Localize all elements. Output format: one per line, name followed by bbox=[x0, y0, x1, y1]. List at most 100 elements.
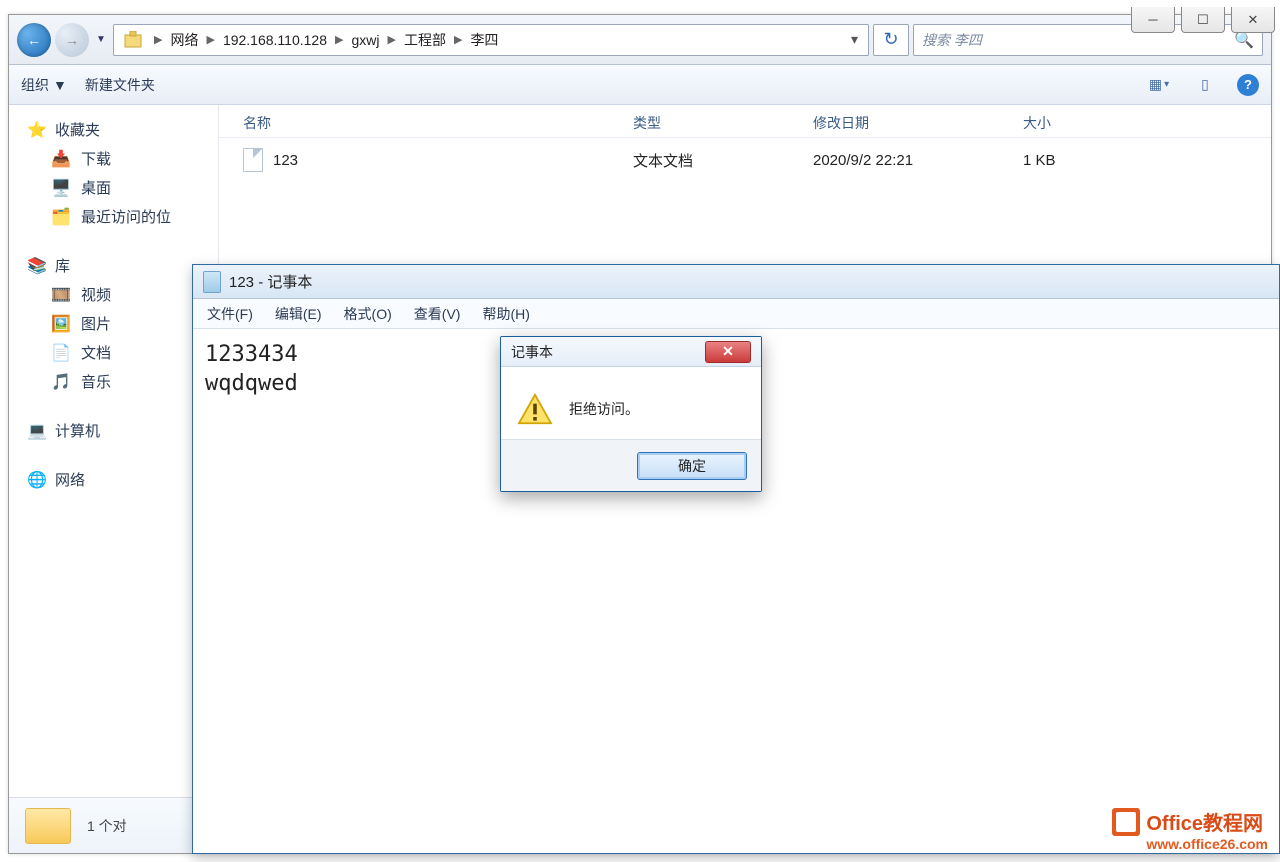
close-button[interactable]: ✕ bbox=[1231, 7, 1275, 33]
sidebar-label: 文档 bbox=[81, 342, 111, 363]
watermark-url: www.office26.com bbox=[1146, 836, 1268, 852]
star-icon: ⭐ bbox=[27, 120, 47, 140]
watermark: Office教程网 www.office26.com bbox=[1112, 807, 1268, 852]
sidebar: ⭐收藏夹 📥下载 🖥️桌面 🗂️最近访问的位 📚库 🎞️视频 🖼️图片 📄文档 … bbox=[9, 105, 219, 813]
organize-label: 组织 bbox=[21, 75, 49, 95]
chevron-right-icon: ▶ bbox=[335, 33, 343, 46]
dialog-footer: 确定 bbox=[501, 439, 761, 491]
sidebar-label: 视频 bbox=[81, 284, 111, 305]
dialog-titlebar[interactable]: 记事本 ✕ bbox=[501, 337, 761, 367]
help-button[interactable]: ? bbox=[1237, 74, 1259, 96]
sidebar-downloads[interactable]: 📥 下载 bbox=[27, 144, 218, 173]
notepad-title: 123 - 记事本 bbox=[229, 271, 312, 292]
chevron-down-icon: ▼ bbox=[53, 77, 67, 93]
sidebar-label: 音乐 bbox=[81, 371, 111, 392]
sidebar-label: 最近访问的位 bbox=[81, 206, 171, 227]
sidebar-desktop[interactable]: 🖥️ 桌面 bbox=[27, 173, 218, 202]
sidebar-recent[interactable]: 🗂️ 最近访问的位 bbox=[27, 202, 218, 231]
sidebar-label: 下载 bbox=[81, 148, 111, 169]
warning-icon bbox=[517, 393, 553, 425]
sidebar-docs[interactable]: 📄 文档 bbox=[27, 338, 218, 367]
file-type: 文本文档 bbox=[633, 150, 813, 171]
crumb-dept[interactable]: 工程部 bbox=[402, 28, 448, 52]
view-options-button[interactable]: ▦▾ bbox=[1145, 74, 1173, 96]
nav-bar: ← → ▼ ▶ 网络 ▶ 192.168.110.128 ▶ gxwj ▶ 工程… bbox=[9, 15, 1271, 65]
location-icon bbox=[122, 29, 144, 51]
menu-help[interactable]: 帮助(H) bbox=[482, 304, 529, 324]
organize-button[interactable]: 组织 ▼ bbox=[21, 75, 67, 95]
document-icon: 📄 bbox=[51, 343, 71, 363]
file-date: 2020/9/2 22:21 bbox=[813, 152, 1023, 169]
dialog-message: 拒绝访问。 bbox=[569, 399, 639, 419]
crumb-user[interactable]: 李四 bbox=[468, 28, 500, 52]
sidebar-libraries[interactable]: 📚库 bbox=[27, 251, 218, 280]
sidebar-label: 收藏夹 bbox=[55, 119, 100, 140]
toolbar: 组织 ▼ 新建文件夹 ▦▾ ▯ ? bbox=[9, 65, 1271, 105]
ok-button[interactable]: 确定 bbox=[637, 452, 747, 480]
forward-button[interactable]: → bbox=[55, 23, 89, 57]
dialog-close-button[interactable]: ✕ bbox=[705, 341, 751, 363]
window-controls: ─ ☐ ✕ bbox=[1131, 7, 1275, 33]
download-icon: 📥 bbox=[51, 149, 71, 169]
file-size: 1 KB bbox=[1023, 152, 1231, 169]
sidebar-music[interactable]: 🎵 音乐 bbox=[27, 367, 218, 396]
crumb-ip[interactable]: 192.168.110.128 bbox=[221, 30, 329, 50]
maximize-button[interactable]: ☐ bbox=[1181, 7, 1225, 33]
sidebar-videos[interactable]: 🎞️ 视频 bbox=[27, 280, 218, 309]
chevron-right-icon: ▶ bbox=[454, 33, 462, 46]
chevron-down-icon[interactable]: ▾ bbox=[851, 31, 864, 48]
library-icon: 📚 bbox=[27, 256, 47, 276]
menu-view[interactable]: 查看(V) bbox=[414, 304, 461, 324]
dialog-body: 拒绝访问。 bbox=[501, 367, 761, 439]
video-icon: 🎞️ bbox=[51, 285, 71, 305]
sidebar-label: 计算机 bbox=[55, 420, 100, 441]
logo-icon bbox=[1112, 808, 1140, 836]
minimize-button[interactable]: ─ bbox=[1131, 7, 1175, 33]
text-file-icon bbox=[243, 148, 263, 172]
notepad-titlebar[interactable]: 123 - 记事本 bbox=[193, 265, 1279, 299]
computer-icon: 💻 bbox=[27, 421, 47, 441]
menu-file[interactable]: 文件(F) bbox=[207, 304, 253, 324]
file-row[interactable]: 123 文本文档 2020/9/2 22:21 1 KB bbox=[219, 138, 1271, 182]
menu-format[interactable]: 格式(O) bbox=[344, 304, 392, 324]
alert-dialog: 记事本 ✕ 拒绝访问。 确定 bbox=[500, 336, 762, 492]
sidebar-label: 库 bbox=[55, 255, 70, 276]
sidebar-label: 桌面 bbox=[81, 177, 111, 198]
watermark-title: Office教程网 bbox=[1146, 807, 1263, 836]
notepad-icon bbox=[203, 271, 221, 293]
status-text: 1 个对 bbox=[87, 816, 127, 836]
music-icon: 🎵 bbox=[51, 372, 71, 392]
refresh-button[interactable]: ↻ bbox=[873, 24, 909, 56]
sidebar-computer[interactable]: 💻 计算机 bbox=[27, 416, 218, 445]
picture-icon: 🖼️ bbox=[51, 314, 71, 334]
desktop-icon: 🖥️ bbox=[51, 178, 71, 198]
chevron-right-icon: ▶ bbox=[154, 33, 162, 46]
recent-icon: 🗂️ bbox=[51, 207, 71, 227]
sidebar-favorites[interactable]: ⭐ 收藏夹 bbox=[27, 115, 218, 144]
notepad-menu: 文件(F) 编辑(E) 格式(O) 查看(V) 帮助(H) bbox=[193, 299, 1279, 329]
network-icon: 🌐 bbox=[27, 470, 47, 490]
dialog-title: 记事本 bbox=[511, 342, 553, 362]
menu-edit[interactable]: 编辑(E) bbox=[275, 304, 322, 324]
sidebar-network[interactable]: 🌐 网络 bbox=[27, 465, 218, 494]
col-name[interactable]: 名称 bbox=[243, 113, 633, 133]
col-size[interactable]: 大小 bbox=[1023, 113, 1231, 133]
folder-icon bbox=[25, 808, 71, 844]
col-date[interactable]: 修改日期 bbox=[813, 113, 1023, 133]
breadcrumb[interactable]: ▶ 网络 ▶ 192.168.110.128 ▶ gxwj ▶ 工程部 ▶ 李四… bbox=[113, 24, 869, 56]
col-type[interactable]: 类型 bbox=[633, 113, 813, 133]
chevron-right-icon: ▶ bbox=[388, 33, 396, 46]
sidebar-pictures[interactable]: 🖼️ 图片 bbox=[27, 309, 218, 338]
history-dropdown[interactable]: ▼ bbox=[93, 23, 109, 57]
file-name: 123 bbox=[273, 152, 298, 169]
sidebar-label: 网络 bbox=[55, 469, 85, 490]
chevron-right-icon: ▶ bbox=[206, 33, 214, 46]
crumb-gxwj[interactable]: gxwj bbox=[349, 30, 381, 50]
crumb-network[interactable]: 网络 bbox=[168, 28, 200, 52]
column-headers: 名称 类型 修改日期 大小 bbox=[219, 105, 1271, 138]
back-button[interactable]: ← bbox=[17, 23, 51, 57]
sidebar-label: 图片 bbox=[81, 313, 111, 334]
preview-pane-button[interactable]: ▯ bbox=[1191, 74, 1219, 96]
search-placeholder: 搜索 李四 bbox=[922, 30, 982, 50]
new-folder-button[interactable]: 新建文件夹 bbox=[85, 75, 155, 95]
